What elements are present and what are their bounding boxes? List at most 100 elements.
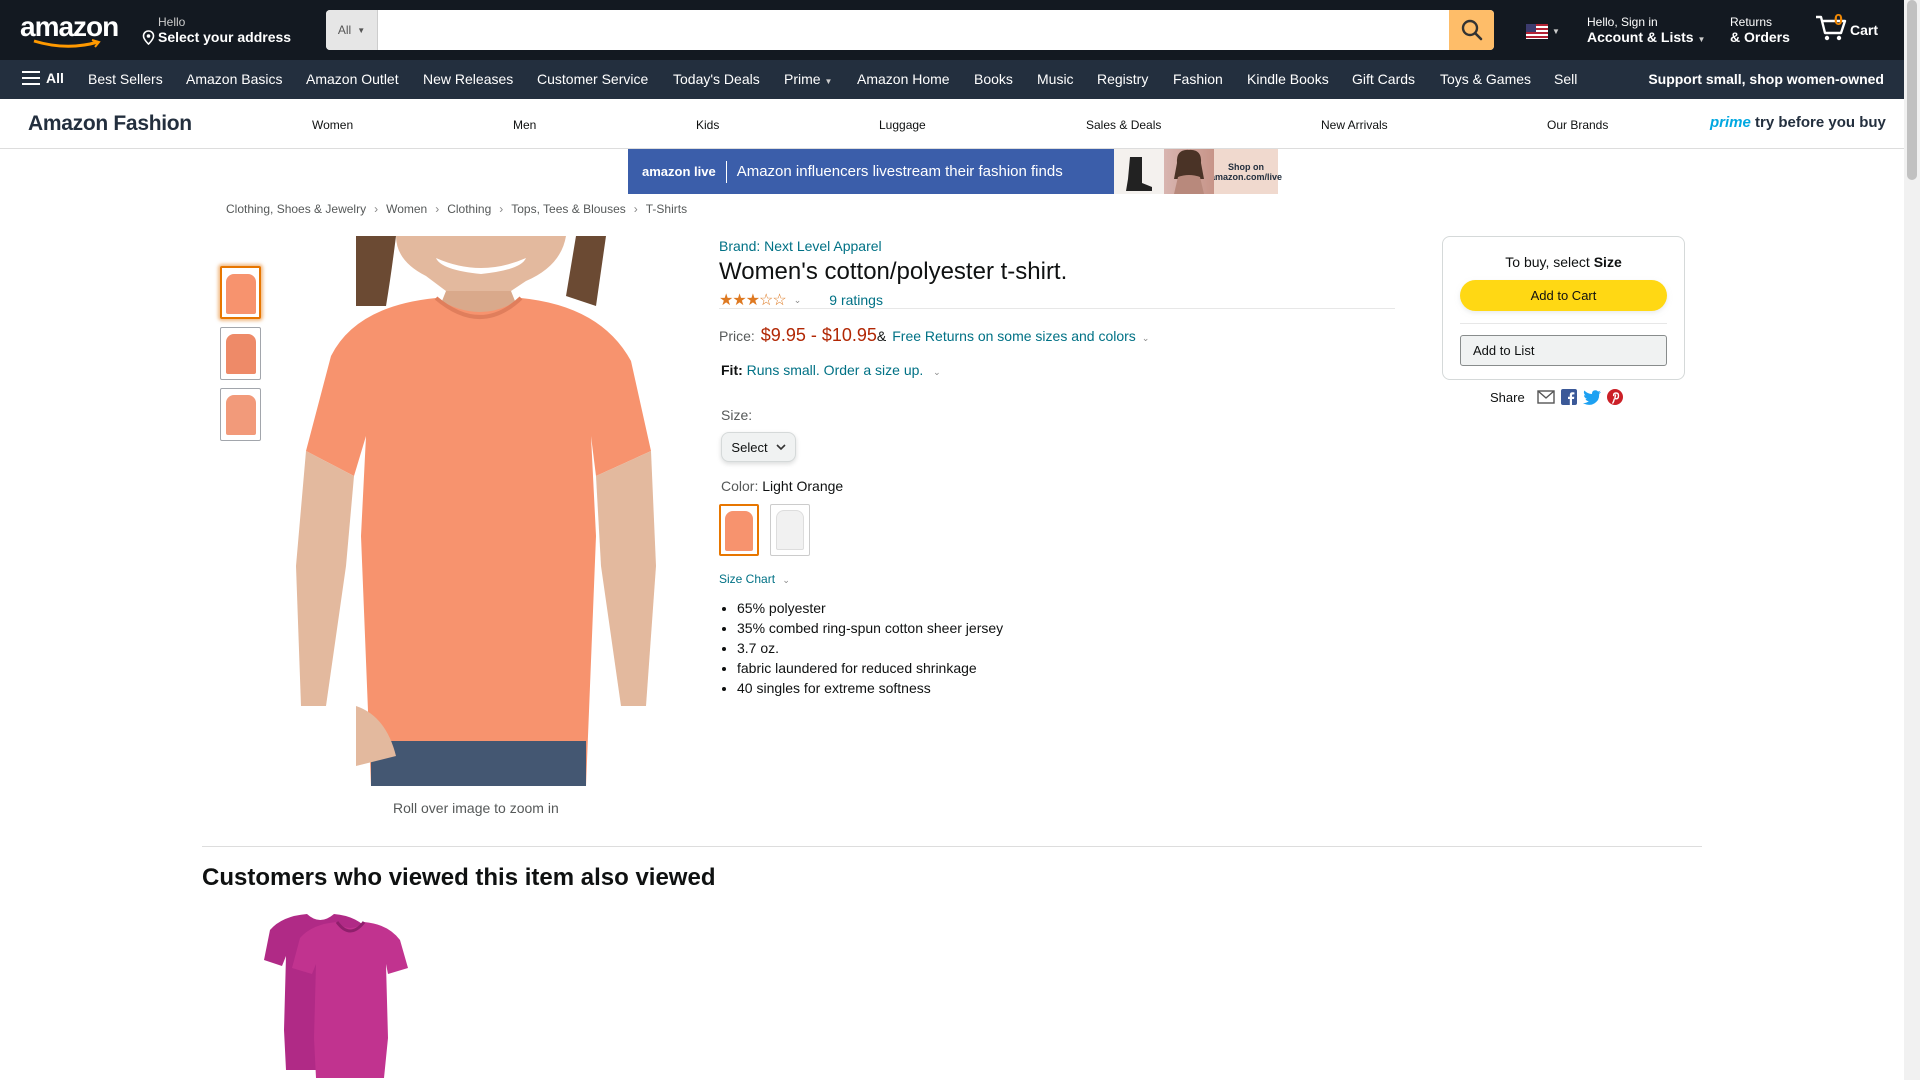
nav-customer-service[interactable]: Customer Service: [537, 71, 648, 87]
buy-box: To buy, select Size Add to Cart Add to L…: [1442, 236, 1685, 380]
breadcrumb: Clothing, Shoes & Jewelry › Women › Clothi…: [226, 202, 687, 216]
chevron-down-icon[interactable]: ⌄: [933, 367, 941, 377]
to-buy-hint: To buy, select Size: [1443, 254, 1684, 270]
breadcrumb-item[interactable]: T-Shirts: [646, 202, 687, 216]
nav-fashion[interactable]: Fashion: [1173, 71, 1223, 87]
chevron-down-icon[interactable]: ⌄: [1142, 333, 1150, 344]
brand-link[interactable]: Brand: Next Level Apparel: [719, 238, 882, 254]
fashion-link-luggage[interactable]: Luggage: [879, 118, 926, 132]
account-lists[interactable]: Hello, Sign in Account & Lists ▼: [1587, 15, 1705, 48]
add-to-cart-button[interactable]: Add to Cart: [1460, 280, 1667, 311]
pink-tshirts-image: [264, 914, 408, 1078]
nav-todays-deals[interactable]: Today's Deals: [673, 71, 760, 87]
all-menu-button[interactable]: All: [22, 70, 64, 86]
breadcrumb-item[interactable]: Clothing: [447, 202, 491, 216]
nav-new-releases[interactable]: New Releases: [423, 71, 513, 87]
deliver-to[interactable]: Hello Select your address: [142, 15, 291, 45]
nav-amazon-outlet[interactable]: Amazon Outlet: [306, 71, 399, 87]
divider: [1460, 323, 1667, 324]
search-input[interactable]: [378, 10, 1449, 50]
hamburger-icon: [22, 71, 40, 85]
prime-try-before-you-buy[interactable]: prime try before you buy: [1710, 114, 1886, 131]
image-thumbnail-1[interactable]: [220, 266, 261, 319]
color-swatch-white[interactable]: [770, 504, 810, 556]
ratings-count-link[interactable]: 9 ratings: [829, 292, 883, 308]
chevron-down-icon: [775, 443, 786, 450]
fashion-link-new-arrivals[interactable]: New Arrivals: [1321, 118, 1388, 132]
amazon-live-banner[interactable]: amazon live Amazon influencers livestrea…: [628, 149, 1282, 194]
caret-down-icon: ▼: [357, 25, 366, 35]
search-button[interactable]: [1449, 10, 1494, 50]
color-swatch-light-orange[interactable]: [719, 504, 759, 556]
fashion-link-women[interactable]: Women: [312, 118, 353, 132]
facebook-icon[interactable]: [1560, 389, 1577, 405]
to-buy-text: To buy, select: [1505, 254, 1590, 270]
main-product-image[interactable]: [296, 236, 656, 786]
add-to-list-button[interactable]: Add to List: [1460, 335, 1667, 366]
breadcrumb-item[interactable]: Clothing, Shoes & Jewelry: [226, 202, 366, 216]
nav-support-women-owned[interactable]: Support small, shop women-owned: [1648, 71, 1884, 87]
pinterest-icon[interactable]: [1606, 389, 1623, 405]
chevron-right-icon: ›: [435, 202, 440, 216]
fashion-link-sales-deals[interactable]: Sales & Deals: [1086, 118, 1161, 132]
color-value: Light Orange: [762, 478, 844, 494]
caret-down-icon: ▼: [1697, 35, 1706, 44]
breadcrumb-item[interactable]: Tops, Tees & Blouses: [511, 202, 626, 216]
size-chart-label: Size Chart: [719, 572, 776, 586]
email-icon[interactable]: [1537, 390, 1555, 404]
nav-amazon-basics[interactable]: Amazon Basics: [186, 71, 282, 87]
scrollbar-thumb[interactable]: [1907, 0, 1917, 180]
location-big: Select your address: [142, 29, 291, 45]
nav-music[interactable]: Music: [1037, 71, 1074, 87]
fashion-link-our-brands[interactable]: Our Brands: [1547, 118, 1608, 132]
search-icon: [1461, 19, 1482, 41]
account-small: Hello, Sign in: [1587, 15, 1658, 29]
free-returns-link[interactable]: Free Returns on some sizes and colors: [892, 328, 1136, 344]
nav-toys-games[interactable]: Toys & Games: [1440, 71, 1531, 87]
nav-sell[interactable]: Sell: [1554, 71, 1577, 87]
location-small: Hello: [158, 15, 186, 29]
size-select-dropdown[interactable]: Select: [721, 432, 796, 462]
nav-books[interactable]: Books: [974, 71, 1013, 87]
returns-orders[interactable]: Returns & Orders: [1730, 15, 1790, 45]
search-category-dropdown[interactable]: All ▼: [326, 10, 378, 50]
language-selector[interactable]: ▼: [1526, 24, 1560, 39]
returns-small: Returns: [1730, 15, 1773, 29]
caret-down-icon: ▼: [1552, 27, 1560, 36]
star-rating-icon[interactable]: ★★★☆☆: [719, 290, 787, 310]
fashion-link-men[interactable]: Men: [513, 118, 536, 132]
price-label: Price:: [719, 328, 755, 344]
feature-bullet: fabric laundered for reduced shrinkage: [737, 658, 1003, 678]
image-thumbnail-3[interactable]: [220, 388, 261, 441]
price-amp: &: [876, 328, 887, 344]
us-flag-icon: [1526, 24, 1548, 39]
zoom-hint: Roll over image to zoom in: [393, 800, 559, 816]
nav-gift-cards[interactable]: Gift Cards: [1352, 71, 1415, 87]
nav-prime[interactable]: Prime ▼: [784, 71, 832, 87]
nav-best-sellers[interactable]: Best Sellers: [88, 71, 163, 87]
amazon-fashion-logo[interactable]: Amazon Fashion: [28, 112, 192, 136]
amazon-logo[interactable]: amazon: [20, 13, 122, 49]
nav-kindle-books[interactable]: Kindle Books: [1247, 71, 1329, 87]
nav-amazon-home[interactable]: Amazon Home: [857, 71, 950, 87]
fashion-subnav: Amazon Fashion Women Men Kids Luggage Sa…: [0, 99, 1904, 149]
image-thumbnail-2[interactable]: [220, 327, 261, 380]
page-scrollbar[interactable]: [1904, 0, 1920, 1080]
cart-count: 0: [1834, 12, 1843, 29]
nav-registry[interactable]: Registry: [1097, 71, 1148, 87]
fit-value-link[interactable]: Runs small. Order a size up.: [747, 362, 924, 378]
chevron-down-icon[interactable]: ⌄: [794, 295, 802, 306]
fashion-link-kids[interactable]: Kids: [696, 118, 719, 132]
swatch-shirt-image: [776, 510, 804, 550]
twitter-icon[interactable]: [1582, 389, 1601, 405]
to-buy-bold: Size: [1593, 254, 1622, 270]
top-nav: amazon Hello Select your address All ▼ ▼…: [0, 0, 1904, 60]
share-label: Share: [1490, 389, 1525, 405]
banner-text: Amazon influencers livestream their fash…: [736, 163, 1063, 180]
banner-shop-text: Shop on amazon.com/live: [1210, 149, 1282, 194]
breadcrumb-item[interactable]: Women: [386, 202, 427, 216]
cart-button[interactable]: 0 Cart: [1814, 12, 1878, 42]
size-chart-link[interactable]: Size Chart ⌄: [719, 572, 790, 586]
chevron-right-icon: ›: [499, 202, 504, 216]
recommendation-item[interactable]: [262, 910, 412, 1080]
